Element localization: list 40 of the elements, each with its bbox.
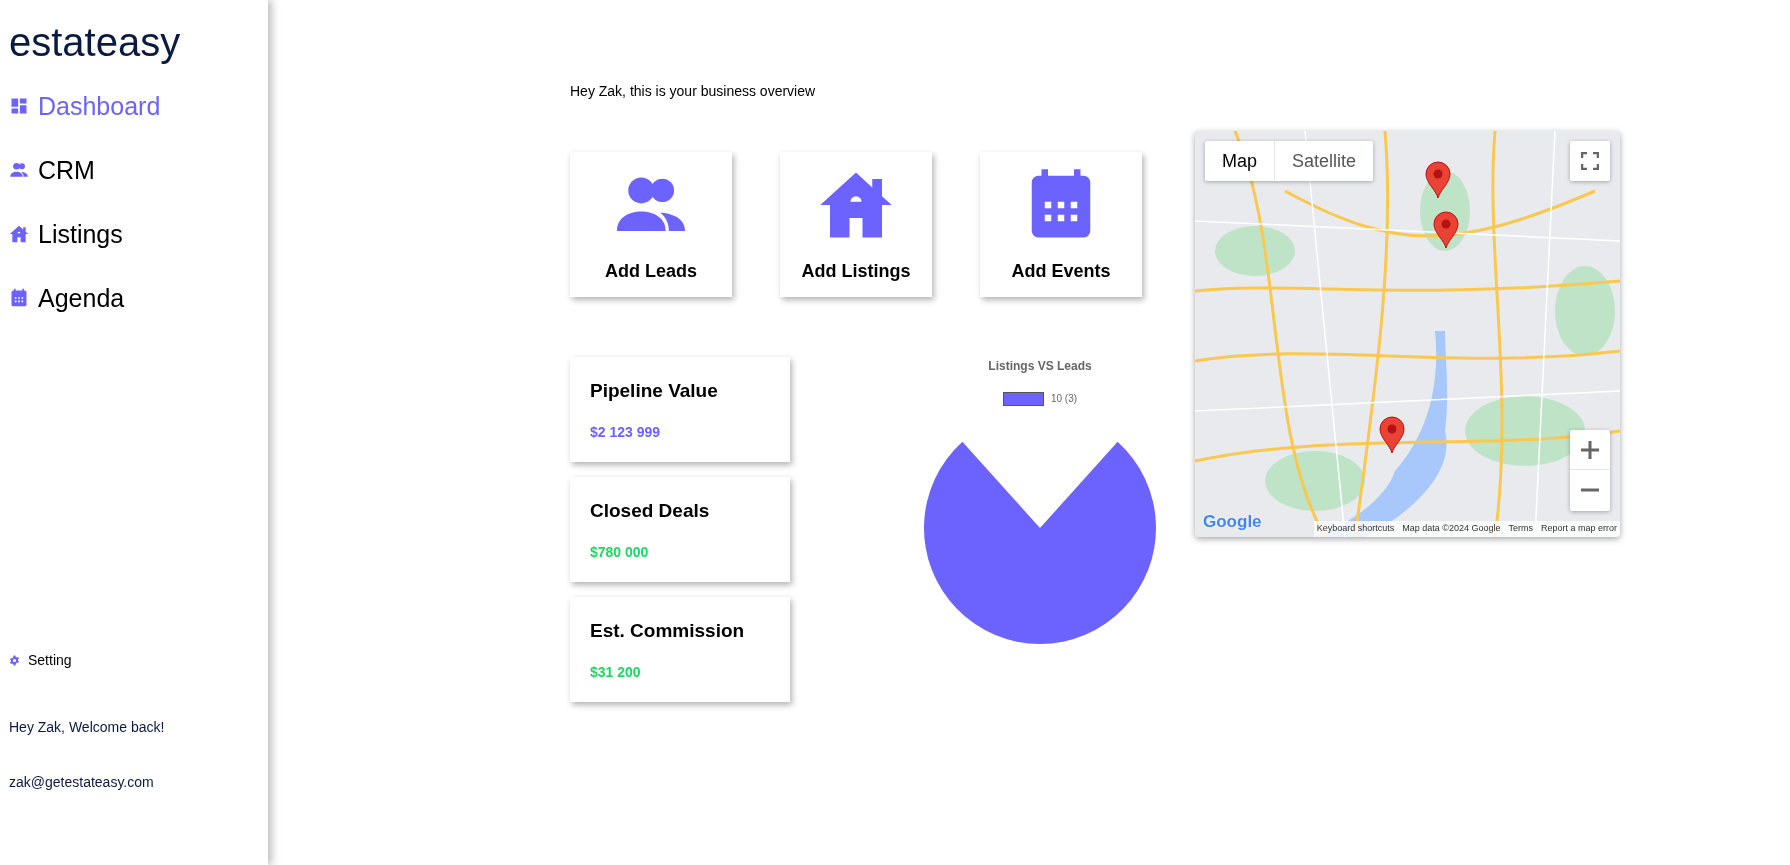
stat-value: $780 000 bbox=[590, 542, 649, 562]
map-type-tab[interactable]: Satellite bbox=[1274, 141, 1374, 181]
action-card[interactable]: Add Leads bbox=[570, 152, 732, 297]
settings-icon bbox=[9, 655, 20, 666]
nav-item[interactable]: CRM bbox=[9, 152, 95, 188]
map-type-tab[interactable]: Map bbox=[1205, 141, 1274, 181]
dashboard-icon bbox=[9, 96, 29, 116]
stat-value: $2 123 999 bbox=[590, 422, 661, 442]
nav-item[interactable]: Listings bbox=[9, 216, 123, 252]
fullscreen-icon bbox=[1581, 152, 1599, 170]
map-pin-icon[interactable] bbox=[1433, 211, 1459, 249]
people-icon bbox=[9, 160, 29, 180]
nav-item[interactable]: Dashboard bbox=[9, 88, 161, 124]
email-text: zak@getestateasy.com bbox=[9, 773, 154, 792]
action-card[interactable]: Add Listings bbox=[780, 152, 932, 297]
stat-title: Pipeline Value bbox=[590, 379, 718, 403]
nav-item[interactable]: Agenda bbox=[9, 280, 125, 316]
greeting-text: Hey Zak, this is your business overview bbox=[570, 82, 816, 101]
fullscreen-button[interactable] bbox=[1570, 141, 1610, 181]
map-attribution-link[interactable]: Terms bbox=[1508, 522, 1533, 536]
chart-title: Listings VS Leads bbox=[988, 358, 1092, 375]
plus-icon bbox=[1581, 440, 1599, 459]
calendar-icon bbox=[9, 288, 29, 308]
welcome-text: Hey Zak, Welcome back! bbox=[9, 718, 165, 737]
stat-title: Est. Commission bbox=[590, 619, 745, 643]
logo-text: estateasy bbox=[9, 19, 181, 66]
action-card[interactable]: Add Events bbox=[980, 152, 1142, 297]
setting-link[interactable]: Setting bbox=[28, 650, 72, 671]
minus-icon bbox=[1581, 488, 1599, 492]
stat-title: Closed Deals bbox=[590, 499, 710, 523]
map-attribution-link[interactable]: Map data ©2024 Google bbox=[1402, 522, 1501, 536]
map-attribution-link[interactable]: Report a map error bbox=[1540, 522, 1617, 536]
map[interactable]: Map Satellite Google Keyboard shortcuts Map data ©2024 Google Terms Report a map error bbox=[1195, 131, 1620, 537]
map-pin-icon[interactable] bbox=[1425, 161, 1451, 199]
map-provider-logo: Google bbox=[1203, 510, 1262, 533]
map-pin-icon[interactable] bbox=[1379, 416, 1405, 454]
stat-value: $31 200 bbox=[590, 662, 641, 682]
house-icon bbox=[9, 224, 29, 244]
legend-label: 10 (3) bbox=[1050, 392, 1078, 406]
map-attribution-link[interactable]: Keyboard shortcuts bbox=[1316, 522, 1395, 536]
